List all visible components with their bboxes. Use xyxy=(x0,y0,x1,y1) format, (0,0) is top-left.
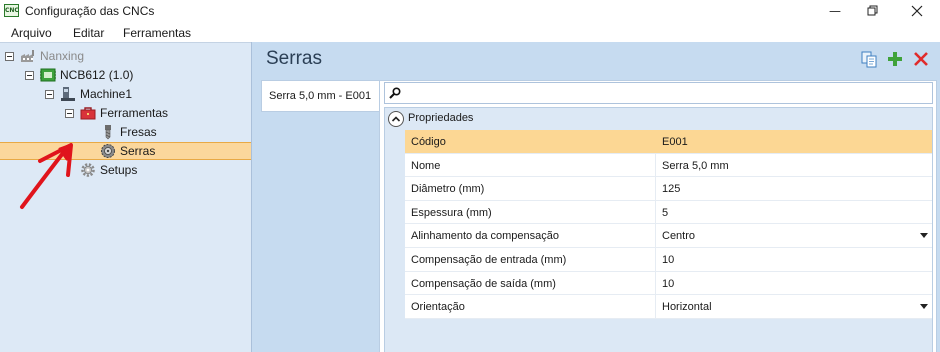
property-grid: Propriedades Código E001 Nome Serra 5,0 … xyxy=(384,107,933,352)
property-name: Diâmetro (mm) xyxy=(411,183,485,196)
property-row-diametro[interactable]: Diâmetro (mm) 125 xyxy=(405,177,932,201)
add-icon[interactable] xyxy=(886,50,904,68)
chevron-up-icon xyxy=(391,116,401,122)
property-row-nome[interactable]: Nome Serra 5,0 mm xyxy=(405,153,932,178)
collapse-category-button[interactable] xyxy=(388,111,404,127)
property-value[interactable]: Horizontal xyxy=(662,301,712,313)
property-name: Espessura (mm) xyxy=(411,206,492,219)
annotation-arrow xyxy=(20,143,73,209)
property-value[interactable]: E001 xyxy=(662,136,688,148)
close-icon xyxy=(911,5,923,17)
property-row-espessura[interactable]: Espessura (mm) 5 xyxy=(405,200,932,225)
menu-arquivo[interactable]: Arquivo xyxy=(11,26,52,40)
maximize-button[interactable] xyxy=(853,0,893,22)
property-name: Compensação de entrada (mm) xyxy=(411,254,567,266)
property-name: Alinhamento da compensação xyxy=(411,230,559,243)
dropdown-arrow-icon[interactable] xyxy=(920,233,928,239)
main-panel: Serras Serra 5,0 mm - E001 Propriedades xyxy=(251,42,940,352)
property-search-input[interactable] xyxy=(384,82,933,104)
restore-icon xyxy=(867,5,878,16)
property-row-alinhamento[interactable]: Alinhamento da compensação Centro xyxy=(405,224,932,248)
menu-editar[interactable]: Editar xyxy=(73,26,104,40)
property-row-orientacao[interactable]: Orientação Horizontal xyxy=(405,295,932,319)
tab-label: Serra 5,0 mm - E001 xyxy=(269,90,372,102)
property-name: Nome xyxy=(411,159,441,172)
property-value[interactable]: 125 xyxy=(662,183,680,195)
tree-panel: Nanxing NCB612 (1.0) Machine1 Ferramenta… xyxy=(0,42,251,352)
minimize-button[interactable]: — xyxy=(815,0,855,22)
search-icon xyxy=(389,87,401,99)
property-row-codigo[interactable]: Código E001 xyxy=(405,130,932,154)
window-title: Configuração das CNCs xyxy=(25,4,155,18)
property-row-compensacao-saida[interactable]: Compensação de saída (mm) 10 xyxy=(405,271,932,296)
property-row-compensacao-entrada[interactable]: Compensação de entrada (mm) 10 xyxy=(405,248,932,272)
delete-icon[interactable] xyxy=(912,50,930,68)
property-name: Orientação xyxy=(411,301,465,314)
menu-ferramentas[interactable]: Ferramentas xyxy=(123,26,191,40)
tab-serra-e001[interactable]: Serra 5,0 mm - E001 xyxy=(261,80,380,112)
property-value[interactable]: 10 xyxy=(662,278,674,290)
property-grid-container: Propriedades Código E001 Nome Serra 5,0 … xyxy=(379,80,937,352)
category-header: Propriedades xyxy=(385,108,932,130)
page-title: Serras xyxy=(266,48,322,69)
copy-icon[interactable] xyxy=(860,50,878,68)
menu-bar: Arquivo Editar Ferramentas xyxy=(0,22,940,42)
cnc-app-icon: CNC xyxy=(4,4,19,17)
title-bar: CNC Configuração das CNCs — xyxy=(0,0,940,22)
property-value[interactable]: 5 xyxy=(662,207,668,219)
category-label: Propriedades xyxy=(408,112,474,124)
property-value[interactable]: Centro xyxy=(662,230,695,242)
property-name: Compensação de saída (mm) xyxy=(411,277,556,290)
property-value[interactable]: Serra 5,0 mm xyxy=(662,160,729,172)
property-name: Código xyxy=(411,136,446,148)
dropdown-arrow-icon[interactable] xyxy=(920,304,928,310)
property-value[interactable]: 10 xyxy=(662,254,674,266)
close-button[interactable] xyxy=(897,0,937,22)
